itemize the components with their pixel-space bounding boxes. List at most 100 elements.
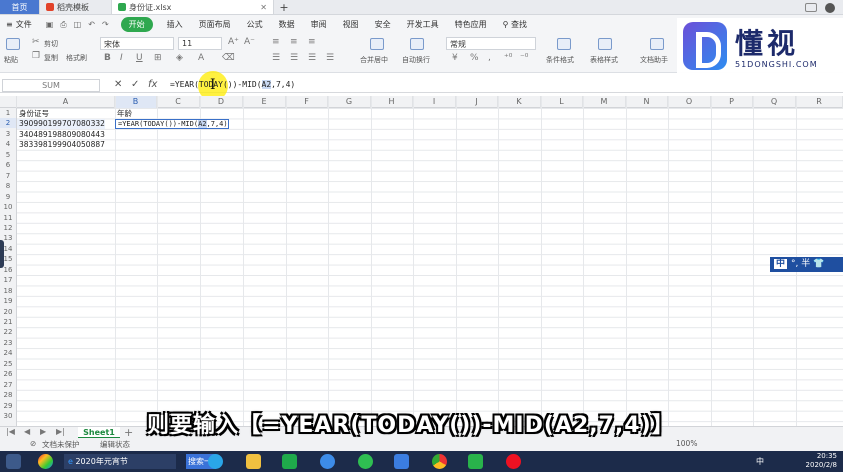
- cell-b2-editor[interactable]: =YEAR(TODAY())-MID(A2,7,4): [115, 119, 229, 129]
- next-sheet-icon[interactable]: ▶: [40, 427, 46, 436]
- row-header[interactable]: 12: [0, 223, 16, 233]
- row-header[interactable]: 20: [0, 307, 16, 317]
- row-header[interactable]: 10: [0, 202, 16, 212]
- menu-file[interactable]: ≡ 文件: [0, 19, 40, 30]
- new-tab-button[interactable]: +: [274, 0, 294, 14]
- cell-grid[interactable]: [17, 108, 843, 426]
- column-header[interactable]: B: [115, 96, 157, 108]
- column-header[interactable]: C: [157, 96, 200, 108]
- thousands-icon[interactable]: ,: [488, 53, 491, 63]
- row-header[interactable]: 8: [0, 181, 16, 191]
- number-format-select[interactable]: 常规: [446, 37, 536, 50]
- taskbar-ime[interactable]: 中: [756, 454, 764, 469]
- folder-icon[interactable]: [246, 454, 261, 469]
- paste-label[interactable]: 粘贴: [4, 55, 18, 65]
- row-header[interactable]: 7: [0, 171, 16, 181]
- column-header[interactable]: E: [243, 96, 286, 108]
- first-sheet-icon[interactable]: |◀: [6, 427, 15, 436]
- fx-icon[interactable]: fx: [148, 79, 157, 90]
- row-header[interactable]: 29: [0, 401, 16, 411]
- menu-formulas[interactable]: 公式: [239, 19, 271, 30]
- row-header[interactable]: 28: [0, 390, 16, 400]
- taskbar-browser[interactable]: e 2020年元宵节: [64, 454, 176, 469]
- menu-features[interactable]: 特色应用: [447, 19, 495, 30]
- row-header[interactable]: 23: [0, 338, 16, 348]
- column-header[interactable]: G: [328, 96, 371, 108]
- row-header[interactable]: 6: [0, 160, 16, 170]
- cancel-icon[interactable]: ✕: [114, 79, 122, 90]
- row-header[interactable]: 1: [0, 108, 16, 118]
- row-header[interactable]: 11: [0, 213, 16, 223]
- menu-view[interactable]: 视图: [335, 19, 367, 30]
- column-header[interactable]: D: [200, 96, 243, 108]
- column-header[interactable]: R: [796, 96, 843, 108]
- menu-start[interactable]: 开始: [120, 17, 153, 32]
- table-style-icon[interactable]: [598, 38, 612, 50]
- column-header[interactable]: K: [498, 96, 541, 108]
- cell-a4[interactable]: 383398199904050887: [17, 140, 105, 150]
- row-header[interactable]: 4: [0, 139, 16, 149]
- border-icon[interactable]: ⊞: [154, 53, 162, 63]
- column-header[interactable]: N: [626, 96, 668, 108]
- tab-template[interactable]: 稻壳模板: [40, 0, 112, 14]
- table-style-button[interactable]: 表格样式: [590, 55, 618, 65]
- cut-button[interactable]: 剪切: [44, 39, 58, 49]
- column-header[interactable]: A: [17, 96, 115, 108]
- wps-sheet-icon[interactable]: [282, 454, 297, 469]
- tab-file[interactable]: 身份证.xlsx ✕: [112, 0, 274, 14]
- column-header[interactable]: L: [541, 96, 583, 108]
- grow-font-icon[interactable]: A⁺: [228, 37, 239, 47]
- increase-decimal-icon[interactable]: ⁺⁰: [504, 53, 512, 63]
- menu-insert[interactable]: 插入: [159, 19, 191, 30]
- restore-icon[interactable]: [805, 3, 817, 12]
- row-header[interactable]: 27: [0, 380, 16, 390]
- row-header[interactable]: 30: [0, 411, 16, 421]
- italic-icon[interactable]: I: [120, 53, 123, 63]
- ime-indicator[interactable]: 中 °, 半 👕: [770, 257, 843, 272]
- wrap-icon[interactable]: [410, 38, 424, 50]
- column-header[interactable]: H: [371, 96, 413, 108]
- chrome-icon[interactable]: [432, 454, 447, 469]
- column-header[interactable]: I: [413, 96, 456, 108]
- row-header[interactable]: 26: [0, 369, 16, 379]
- confirm-icon[interactable]: ✓: [131, 79, 139, 90]
- row-header[interactable]: 24: [0, 348, 16, 358]
- align-bottom-icon[interactable]: ≡: [308, 37, 316, 47]
- align-left-icon[interactable]: ☰: [272, 53, 280, 63]
- justify-icon[interactable]: ☰: [326, 53, 334, 63]
- cell-b1[interactable]: 年龄: [115, 109, 132, 119]
- cell-a1[interactable]: 身份证号: [17, 109, 49, 119]
- font-size-select[interactable]: 11: [178, 37, 222, 50]
- cond-format-icon[interactable]: [557, 38, 571, 50]
- windows-icon[interactable]: [38, 454, 53, 469]
- align-top-icon[interactable]: ≡: [272, 37, 280, 47]
- menu-data[interactable]: 数据: [271, 19, 303, 30]
- preview-icon[interactable]: ◫: [74, 20, 82, 30]
- cell-a2[interactable]: 390990199707080332: [17, 119, 105, 129]
- column-header[interactable]: J: [456, 96, 498, 108]
- align-center-icon[interactable]: ☰: [290, 53, 298, 63]
- currency-icon[interactable]: ¥: [452, 53, 458, 63]
- record-icon[interactable]: [506, 454, 521, 469]
- prev-sheet-icon[interactable]: ◀: [24, 427, 30, 436]
- column-header[interactable]: M: [583, 96, 626, 108]
- font-name-select[interactable]: 宋体: [100, 37, 174, 50]
- iqiyi-icon[interactable]: [468, 454, 483, 469]
- row-header[interactable]: 5: [0, 150, 16, 160]
- row-header[interactable]: 18: [0, 286, 16, 296]
- align-right-icon[interactable]: ☰: [308, 53, 316, 63]
- font-color-icon[interactable]: A: [198, 53, 204, 63]
- format-painter-button[interactable]: 格式刷: [66, 53, 87, 63]
- avatar[interactable]: [825, 2, 835, 13]
- side-handle[interactable]: [0, 240, 4, 268]
- formula-input[interactable]: =YEAR(TODAY())-MID(A2,7,4): [170, 80, 295, 89]
- merge-icon[interactable]: [370, 38, 384, 50]
- percent-icon[interactable]: %: [470, 53, 479, 63]
- close-tab-icon[interactable]: ✕: [260, 3, 267, 12]
- print-icon[interactable]: ⎙: [60, 20, 66, 30]
- row-header[interactable]: 3: [0, 129, 16, 139]
- cell-a3[interactable]: 340489198809080443: [17, 130, 105, 140]
- redo-icon[interactable]: ↷: [102, 20, 109, 30]
- name-box[interactable]: SUM: [2, 79, 100, 92]
- cond-format-button[interactable]: 条件格式: [546, 55, 574, 65]
